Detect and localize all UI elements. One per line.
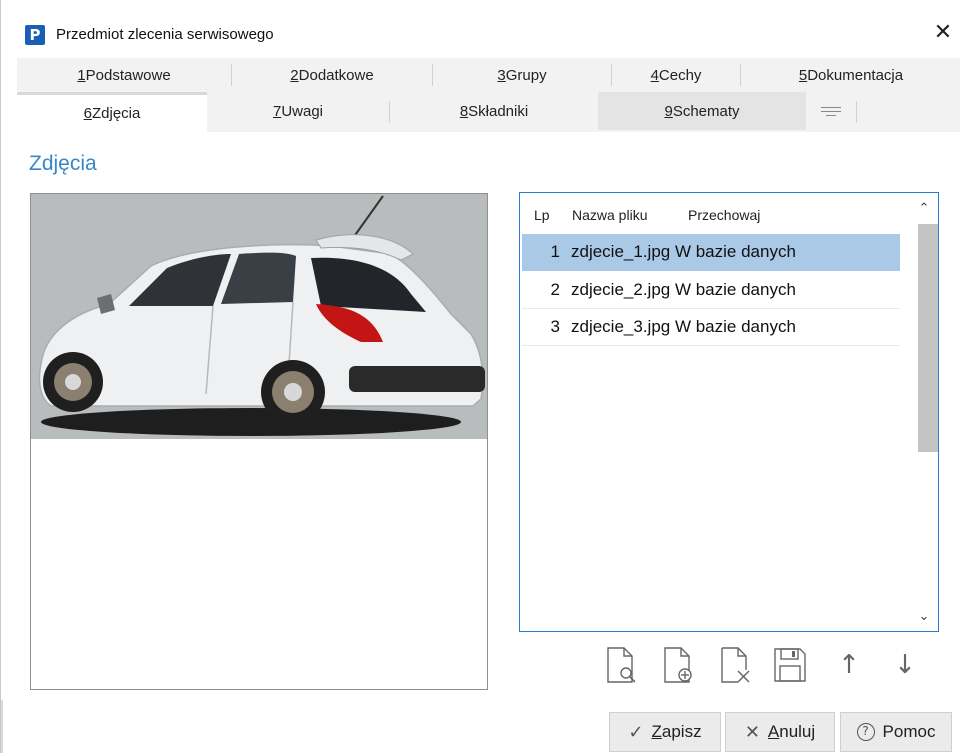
tab-label: Grupy bbox=[505, 66, 547, 84]
list-item[interactable]: 3 zdjecie_3.jpg W bazie danych bbox=[522, 309, 900, 346]
move-up-button[interactable]: ↑ bbox=[829, 644, 869, 686]
tab-accelerator: 6 bbox=[83, 105, 92, 122]
delete-file-button[interactable] bbox=[715, 644, 755, 686]
window-title: Przedmiot zlecenia serwisowego bbox=[56, 26, 274, 43]
document-search-icon bbox=[607, 647, 636, 683]
file-toolbar: ↑ ↓ bbox=[601, 644, 941, 686]
tab-schematy[interactable]: 9 Schematy bbox=[598, 92, 806, 130]
tab-label: Zdjęcia bbox=[91, 105, 141, 122]
save-button-label: Zapisz bbox=[651, 722, 702, 741]
tab-accelerator: 7 bbox=[272, 102, 282, 120]
row-filename: zdjecie_1.jpg W bazie danych bbox=[571, 242, 796, 261]
tab-dodatkowe[interactable]: 2 Dodatkowe bbox=[232, 58, 432, 92]
row-lp: 1 bbox=[550, 242, 560, 261]
tab-label: Cechy bbox=[658, 66, 702, 84]
close-icon: ✕ bbox=[933, 20, 953, 45]
document-add-icon bbox=[664, 647, 692, 683]
save-button[interactable]: ✓ Zapisz bbox=[609, 712, 721, 752]
save-icon bbox=[774, 648, 806, 682]
tab-accelerator: 4 bbox=[650, 66, 659, 84]
scroll-down-icon[interactable]: ⌄ bbox=[911, 606, 937, 628]
window-edge bbox=[1, 700, 3, 753]
tab-cechy[interactable]: 4 Cechy bbox=[612, 58, 740, 92]
tab-divider bbox=[856, 101, 857, 123]
column-header-lp[interactable]: Lp bbox=[534, 207, 550, 223]
tab-dokumentacja[interactable]: 5 Dokumentacja bbox=[741, 58, 960, 92]
tab-label: Składniki bbox=[468, 102, 529, 120]
tab-accelerator: 1 bbox=[77, 66, 86, 84]
tab-bar-row-2: 6 Zdjęcia 7 Uwagi 8 Składniki 9 Schematy bbox=[17, 92, 960, 132]
title-bar: P Przedmiot zlecenia serwisowego ✕ bbox=[1, 0, 960, 46]
move-down-button[interactable]: ↓ bbox=[885, 644, 925, 686]
tab-label: Dodatkowe bbox=[298, 66, 374, 84]
tab-uwagi[interactable]: 7 Uwagi bbox=[207, 92, 389, 130]
check-icon: ✓ bbox=[628, 721, 644, 743]
tab-label: Schematy bbox=[672, 102, 740, 120]
list-item[interactable]: 2 zdjecie_2.jpg W bazie danych bbox=[522, 272, 900, 309]
scroll-up-icon[interactable]: ⌃ bbox=[911, 198, 937, 220]
image-preview bbox=[30, 193, 488, 690]
column-header-storage[interactable]: Przechowaj bbox=[688, 207, 760, 223]
help-button-label: Pomoc bbox=[882, 722, 936, 741]
tab-label: Uwagi bbox=[281, 102, 324, 120]
list-item[interactable]: 1 zdjecie_1.jpg W bazie danych bbox=[522, 234, 900, 271]
file-list[interactable]: Lp Nazwa pliku Przechowaj 1 zdjecie_1.jp… bbox=[519, 192, 939, 632]
save-file-button[interactable] bbox=[770, 644, 810, 686]
tab-bar-row-1: 1 Podstawowe 2 Dodatkowe 3 Grupy 4 Cechy… bbox=[17, 58, 960, 92]
scroll-thumb[interactable] bbox=[918, 224, 938, 452]
row-lp: 3 bbox=[550, 317, 560, 336]
preview-file-button[interactable] bbox=[601, 644, 641, 686]
row-filename: zdjecie_2.jpg W bazie danych bbox=[571, 280, 796, 299]
tab-accelerator: 3 bbox=[497, 66, 506, 84]
close-button[interactable]: ✕ bbox=[929, 19, 957, 47]
tab-accelerator: 5 bbox=[798, 66, 808, 84]
help-icon: ? bbox=[856, 723, 875, 741]
document-delete-icon bbox=[721, 647, 750, 683]
cancel-button-label: Anuluj bbox=[767, 722, 816, 741]
tab-accelerator: 9 bbox=[664, 102, 673, 120]
vertical-scrollbar[interactable]: ⌃ ⌄ bbox=[911, 194, 938, 630]
help-button[interactable]: ? Pomoc bbox=[840, 712, 952, 752]
tab-label: Dokumentacja bbox=[807, 66, 904, 84]
tabs-overflow-menu-icon[interactable] bbox=[806, 92, 856, 130]
tab-zdjecia[interactable]: 6 Zdjęcia bbox=[17, 92, 207, 132]
car-photo bbox=[31, 194, 487, 439]
close-icon: ✕ bbox=[744, 721, 760, 743]
add-file-button[interactable] bbox=[658, 644, 698, 686]
cancel-button[interactable]: ✕ Anuluj bbox=[725, 712, 835, 752]
column-header-filename[interactable]: Nazwa pliku bbox=[572, 207, 647, 223]
tab-accelerator: 8 bbox=[459, 102, 469, 120]
row-lp: 2 bbox=[550, 280, 560, 299]
tab-skladniki[interactable]: 8 Składniki bbox=[390, 92, 598, 130]
row-filename: zdjecie_3.jpg W bazie danych bbox=[571, 317, 796, 336]
dialog-window: P Przedmiot zlecenia serwisowego ✕ 1 Pod… bbox=[0, 0, 960, 753]
arrow-up-icon: ↑ bbox=[838, 650, 860, 680]
tab-podstawowe[interactable]: 1 Podstawowe bbox=[17, 58, 231, 92]
tab-label: Podstawowe bbox=[85, 66, 171, 84]
app-logo-icon: P bbox=[25, 25, 45, 45]
section-title: Zdjęcia bbox=[29, 152, 97, 175]
arrow-down-icon: ↓ bbox=[894, 650, 916, 680]
list-header: Lp Nazwa pliku Przechowaj bbox=[520, 203, 910, 227]
tab-accelerator: 2 bbox=[290, 66, 299, 84]
tab-grupy[interactable]: 3 Grupy bbox=[433, 58, 611, 92]
